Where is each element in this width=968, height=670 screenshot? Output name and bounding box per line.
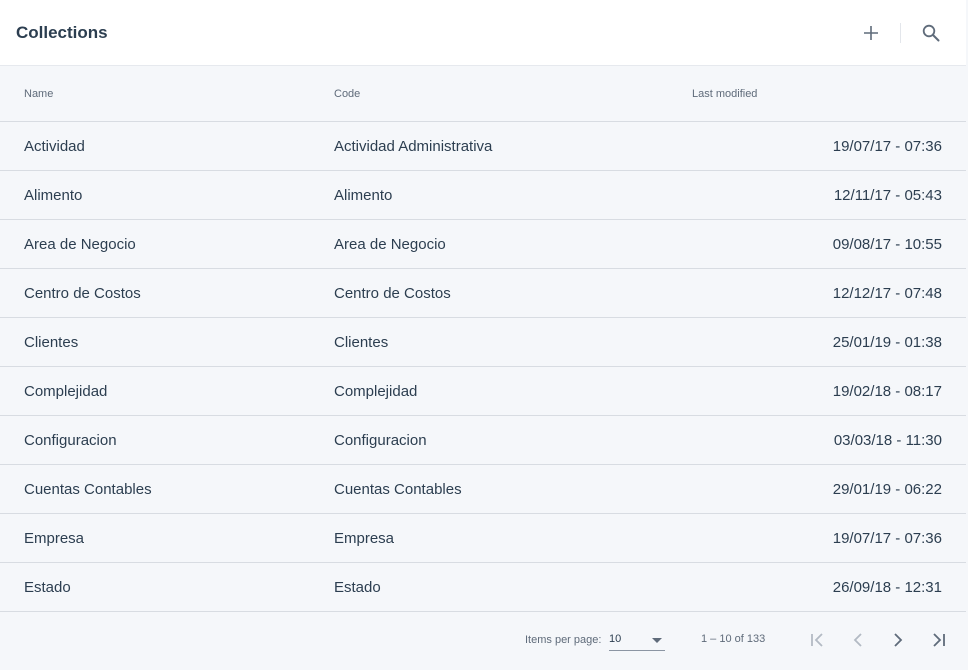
table-row[interactable]: Empresa Empresa 19/07/17 - 07:36: [0, 514, 966, 563]
page-range-label: 1 – 10 of 133: [701, 633, 766, 645]
cell-last-modified: 19/07/17 - 07:36: [832, 530, 942, 547]
toolbar-actions: [856, 17, 946, 49]
cell-name: Estado: [24, 579, 71, 596]
cell-name: Empresa: [24, 530, 85, 547]
plus-icon: [864, 26, 878, 40]
last-page-button[interactable]: [924, 626, 952, 654]
table-row[interactable]: Centro de Costos Centro de Costos 12/12/…: [0, 269, 966, 318]
cell-name: Clientes: [24, 334, 79, 351]
cell-code: Clientes: [334, 334, 389, 351]
cell-code: Actividad Administrativa: [334, 138, 493, 155]
cell-code: Cuentas Contables: [334, 481, 462, 498]
cell-name: Area de Negocio: [24, 236, 136, 253]
cell-name: Actividad: [24, 138, 85, 155]
table-row[interactable]: Alimento Alimento 12/11/17 - 05:43: [0, 171, 966, 220]
next-page-icon: [894, 633, 903, 647]
collections-toolbar: Collections: [0, 0, 966, 66]
first-page-button[interactable]: [804, 626, 832, 654]
table-row[interactable]: Actividad Actividad Administrativa 19/07…: [0, 122, 966, 171]
search-icon: [922, 24, 940, 42]
column-header-code[interactable]: Code: [334, 88, 360, 100]
toolbar-divider: [900, 23, 901, 43]
collections-table: Name Code Last modified Actividad Activi…: [0, 66, 966, 612]
cell-last-modified: 12/11/17 - 05:43: [833, 187, 942, 204]
column-header-name[interactable]: Name: [24, 88, 53, 100]
cell-last-modified: 19/07/17 - 07:36: [832, 138, 942, 155]
cell-name: Cuentas Contables: [24, 481, 152, 498]
cell-code: Configuracion: [334, 432, 427, 449]
cell-code: Estado: [334, 579, 381, 596]
next-page-button[interactable]: [884, 626, 912, 654]
table-header-row: Name Code Last modified: [0, 66, 966, 122]
search-button[interactable]: [916, 18, 946, 48]
first-page-icon: [811, 633, 823, 647]
items-per-page-value: 10: [609, 633, 622, 645]
cell-last-modified: 09/08/17 - 10:55: [832, 236, 942, 253]
previous-page-button[interactable]: [844, 626, 872, 654]
cell-code: Alimento: [334, 187, 393, 204]
table-row[interactable]: Clientes Clientes 25/01/19 - 01:38: [0, 318, 966, 367]
cell-last-modified: 26/09/18 - 12:31: [832, 579, 942, 596]
cell-last-modified: 12/12/17 - 07:48: [832, 285, 942, 302]
page-title: Collections: [16, 22, 108, 42]
cell-last-modified: 29/01/19 - 06:22: [832, 481, 942, 498]
cell-name: Alimento: [24, 187, 83, 204]
cell-last-modified: 03/03/18 - 11:30: [833, 432, 942, 449]
cell-code: Empresa: [334, 530, 395, 547]
column-header-last-modified[interactable]: Last modified: [692, 88, 757, 100]
previous-page-icon: [853, 633, 862, 647]
table-row[interactable]: Complejidad Complejidad 19/02/18 - 08:17: [0, 367, 966, 416]
dropdown-arrow-icon: [652, 638, 662, 643]
table-row[interactable]: Area de Negocio Area de Negocio 09/08/17…: [0, 220, 966, 269]
cell-code: Area de Negocio: [334, 236, 446, 253]
table-row[interactable]: Estado Estado 26/09/18 - 12:31: [0, 563, 966, 612]
paginator: Items per page: 10 1 – 10 of 133: [0, 612, 966, 668]
cell-last-modified: 25/01/19 - 01:38: [832, 334, 942, 351]
cell-code: Centro de Costos: [334, 285, 451, 302]
cell-name: Configuracion: [24, 432, 117, 449]
cell-name: Complejidad: [24, 383, 108, 400]
last-page-icon: [933, 633, 945, 647]
items-per-page-label: Items per page:: [525, 634, 602, 646]
table-row[interactable]: Cuentas Contables Cuentas Contables 29/0…: [0, 465, 966, 514]
cell-name: Centro de Costos: [24, 285, 141, 302]
table-row[interactable]: Configuracion Configuracion 03/03/18 - 1…: [0, 416, 966, 465]
add-collection-button[interactable]: [856, 18, 886, 48]
cell-code: Complejidad: [334, 383, 418, 400]
cell-last-modified: 19/02/18 - 08:17: [832, 383, 942, 400]
items-per-page-select[interactable]: 10: [609, 629, 665, 651]
